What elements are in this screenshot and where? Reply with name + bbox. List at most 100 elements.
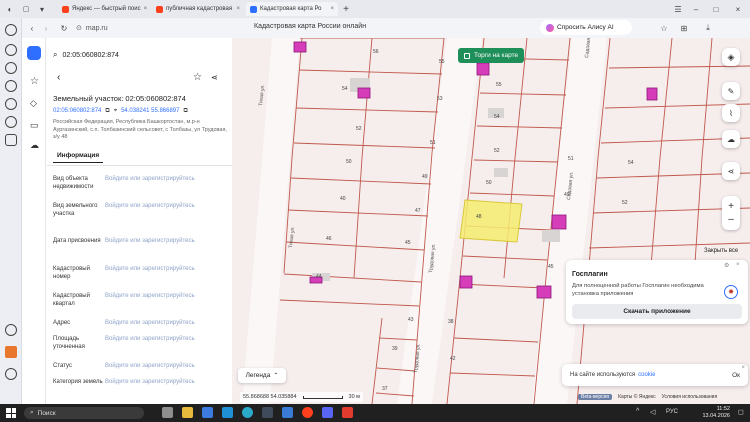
upload-button[interactable]: ☁ (722, 130, 740, 148)
tab-info[interactable]: Информация (53, 152, 104, 163)
measure-button[interactable]: ⌇ (722, 104, 740, 122)
yandex-music-icon[interactable] (342, 407, 353, 418)
tab-close-icon[interactable]: × (236, 6, 240, 12)
login-link[interactable]: Войдите или зарегистрируйтесь (105, 335, 195, 351)
login-link[interactable]: Войдите или зарегистрируйтесь (105, 319, 195, 327)
url-field[interactable]: ⊙ map.ru (76, 21, 216, 35)
documents-icon[interactable]: ▭ (30, 120, 39, 131)
cookie-link[interactable]: cookie (638, 372, 655, 378)
browser-tab-bar: ◐ ▢ ▾ Яндекс — быстрый поис × публичная … (0, 0, 750, 18)
explorer-icon[interactable] (182, 407, 193, 418)
grid-icon[interactable] (5, 134, 17, 146)
share-button[interactable]: ⋖ (211, 73, 218, 82)
bookmark-icon[interactable]: ☆ (658, 22, 670, 34)
notifications-icon[interactable]: ◻ (738, 408, 744, 416)
edge-icon[interactable] (242, 407, 253, 418)
messenger-app-icon[interactable] (322, 407, 333, 418)
sidebar-settings-icon[interactable] (5, 368, 17, 380)
cookie-ok-button[interactable]: Ок (732, 372, 740, 379)
search-input[interactable]: ⌕ 02:05:060802:874 (53, 47, 223, 63)
app-logo-icon[interactable] (27, 46, 41, 60)
login-link[interactable]: Войдите или зарегистрируйтесь (105, 362, 195, 370)
layers-button[interactable]: ◈ (722, 48, 740, 66)
coords-link[interactable]: 54.038241 55.866897 (121, 108, 179, 115)
tab-close-icon[interactable]: × (330, 6, 334, 12)
taskbar-search[interactable]: ⌕ Поиск (24, 407, 144, 419)
yandex-browser-icon[interactable] (302, 407, 313, 418)
maximize-button[interactable]: □ (710, 3, 722, 15)
refresh-icon[interactable]: ↻ (58, 22, 70, 34)
cloud-icon[interactable]: ☁ (30, 140, 39, 151)
back-button[interactable]: ‹ (57, 72, 60, 83)
cookie-close-icon[interactable]: × (741, 365, 745, 371)
yandex-maps-credit[interactable]: Карты © Яндекс (618, 394, 656, 400)
browser-logo-icon[interactable]: ◐ (4, 3, 16, 15)
app-icon[interactable] (262, 407, 273, 418)
login-link[interactable]: Войдите или зарегистрируйтесь (105, 175, 195, 191)
messenger-icon[interactable] (5, 44, 17, 56)
task-view-icon[interactable] (162, 407, 173, 418)
cadastral-map[interactable]: Тихая ул. Тихая ул. Трудовая ул. Трудова… (232, 38, 750, 404)
tray-arrow-icon[interactable]: ^ (636, 408, 639, 415)
cloud-upload-icon: ☁ (727, 134, 735, 144)
login-link[interactable]: Войдите или зарегистрируйтесь (105, 378, 195, 386)
language-indicator[interactable]: РУС (666, 409, 678, 415)
windows-start-icon[interactable] (6, 408, 16, 418)
minimize-button[interactable]: – (690, 3, 702, 15)
more-tabs-icon[interactable]: ▾ (36, 3, 48, 15)
history-icon[interactable] (5, 324, 17, 336)
video-icon[interactable] (5, 62, 17, 74)
layers-mini-icon[interactable]: ◇ (30, 98, 37, 109)
speaker-icon[interactable]: ◁ (650, 408, 655, 416)
alice-sidebar-icon[interactable] (5, 24, 17, 36)
gosplagin-close-icon[interactable]: × (736, 262, 740, 268)
trade-on-map-button[interactable]: Торги на карте (458, 48, 525, 63)
mail-app-icon[interactable] (222, 407, 233, 418)
share-map-button[interactable]: ⋖ (722, 162, 740, 180)
disk-icon[interactable] (5, 116, 17, 128)
login-link[interactable]: Войдите или зарегистрируйтесь (105, 202, 195, 218)
tab-list-icon[interactable]: ▢ (20, 3, 32, 15)
copy-icon[interactable]: ⧉ (183, 108, 187, 115)
extensions-icon[interactable]: ⊞ (678, 22, 690, 34)
login-link[interactable]: Войдите или зарегистрируйтесь (105, 292, 195, 308)
alice-icon (546, 23, 554, 32)
parcel-number: 37 (382, 386, 388, 392)
shop-icon[interactable] (5, 346, 17, 358)
ruler-button[interactable]: ✎ (722, 82, 740, 100)
parcel-number: 52 (356, 126, 362, 132)
zoom-control[interactable]: + – (722, 196, 740, 230)
selected-parcel[interactable] (459, 199, 523, 243)
login-link[interactable]: Войдите или зарегистрируйтесь (105, 265, 195, 281)
word-icon[interactable] (282, 407, 293, 418)
mail-icon[interactable] (5, 98, 17, 110)
forward-icon[interactable]: › (40, 22, 52, 34)
cad-number-link[interactable]: 02:05:060802:874 (53, 108, 101, 115)
download-app-button[interactable]: Скачать приложение (572, 304, 742, 319)
music-icon[interactable] (5, 80, 17, 92)
zoom-out-icon[interactable]: – (728, 214, 734, 225)
tab-public-cadastral[interactable]: публичная кадастровая × (152, 2, 244, 16)
close-all-button[interactable]: Закрыть все (704, 248, 738, 254)
back-icon[interactable]: ‹ (26, 22, 38, 34)
parcel-number: 45 (405, 240, 411, 246)
downloads-icon[interactable]: ⤓ (702, 22, 714, 34)
tab-yandex[interactable]: Яндекс — быстрый поис × (58, 2, 150, 16)
tab-close-icon[interactable]: × (144, 6, 148, 12)
tab-cadastral-map[interactable]: Кадастровая карта Ро × (246, 2, 338, 16)
login-link[interactable]: Войдите или зарегистрируйтесь (105, 237, 195, 245)
zoom-in-icon[interactable]: + (728, 201, 734, 212)
copy-icon[interactable]: ⧉ (105, 108, 109, 115)
close-window-button[interactable]: × (732, 3, 744, 15)
parcel-number: 56 (373, 49, 379, 55)
profile-icon[interactable]: ☰ (672, 3, 684, 15)
legend-button[interactable]: Легенда ⌃ (238, 368, 286, 383)
new-tab-button[interactable]: + (340, 3, 352, 15)
favorites-icon[interactable]: ☆ (30, 76, 39, 87)
gosplagin-settings-icon[interactable]: ⚙ (724, 262, 729, 269)
clock[interactable]: 11:52 13.04.2026 (690, 406, 730, 420)
terms-link[interactable]: Условия использования (662, 394, 718, 400)
ask-alice-button[interactable]: Спросить Алису AI (540, 20, 632, 35)
favorite-button[interactable]: ☆ (193, 72, 202, 83)
store-icon[interactable] (202, 407, 213, 418)
